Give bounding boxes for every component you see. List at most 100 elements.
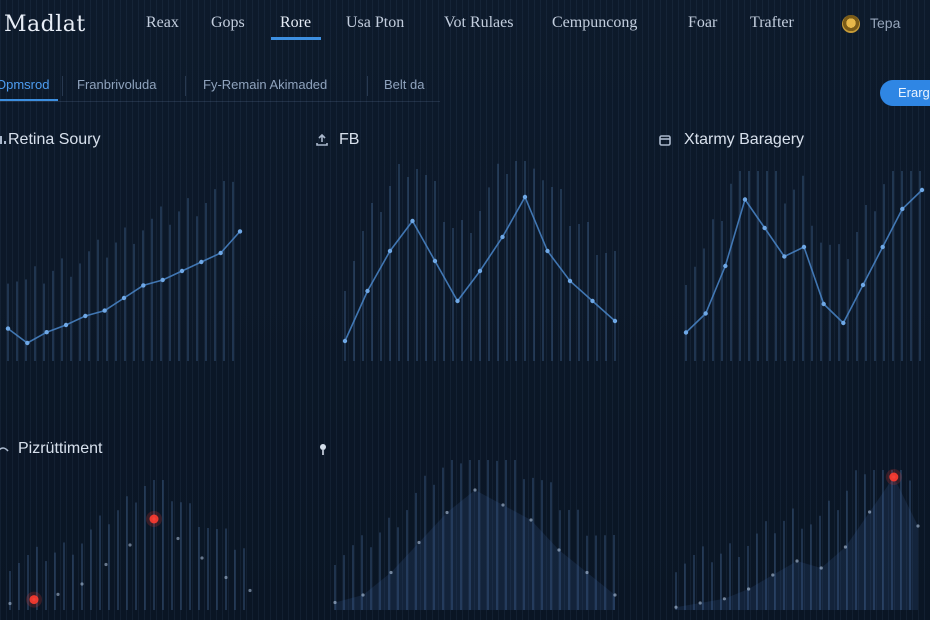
- chart-point: [5, 326, 11, 331]
- chart-point: [237, 229, 243, 234]
- chart-point: [477, 268, 483, 274]
- chart-point: [567, 278, 573, 284]
- subtab-baseline: [0, 101, 440, 102]
- chart-point: [389, 570, 393, 575]
- chart-point: [25, 340, 30, 346]
- chart-point: [501, 503, 505, 507]
- user-name[interactable]: Tepa: [870, 15, 900, 31]
- chart-point: [900, 206, 905, 212]
- chart-point: [179, 268, 185, 274]
- subtab-divider: [367, 76, 368, 96]
- active-subtab-indicator: [0, 99, 58, 101]
- chart-point: [432, 258, 438, 264]
- chart-point: [80, 582, 84, 586]
- chart-alert-glow: [885, 469, 902, 485]
- coin-avatar-icon[interactable]: [842, 15, 860, 33]
- chart-point: [821, 301, 826, 307]
- panel-fb: FB: [315, 131, 645, 371]
- chart-point: [557, 548, 561, 552]
- panel-chart[interactable]: [315, 131, 645, 371]
- nav-item-cempuncong[interactable]: Cempuncong: [552, 14, 637, 32]
- chart-point: [387, 248, 393, 254]
- chart-point: [455, 298, 460, 304]
- chart-point: [771, 573, 775, 577]
- chart-point: [590, 298, 595, 304]
- chart-point: [795, 559, 799, 563]
- chart-point: [365, 288, 370, 294]
- chart-point: [176, 536, 180, 541]
- nav-item-gops[interactable]: Gops: [211, 14, 245, 32]
- chart-point: [224, 575, 228, 580]
- chart-point: [919, 187, 925, 193]
- chart-point: [742, 197, 748, 202]
- chart-point: [248, 588, 252, 593]
- chart-point: [819, 566, 823, 570]
- chart-point: [722, 597, 726, 601]
- chart-point: [199, 259, 204, 265]
- chart-point: [529, 518, 533, 522]
- chart-point: [121, 295, 127, 301]
- nav-item-rore[interactable]: Rore: [280, 14, 311, 32]
- chart-point: [141, 283, 146, 288]
- chart-point: [612, 318, 618, 324]
- panel-chart[interactable]: [656, 131, 930, 371]
- chart-point: [916, 524, 920, 528]
- chart-point: [500, 234, 505, 240]
- subtab-franbrivoluda[interactable]: Franbrivoluda: [77, 77, 157, 92]
- chart-point: [342, 338, 348, 344]
- chart-point: [585, 570, 589, 575]
- chart-point: [613, 593, 617, 597]
- nav-item-usa-pton[interactable]: Usa Pton: [346, 14, 404, 32]
- chart-point: [63, 322, 69, 328]
- chart-point: [843, 545, 847, 549]
- chart-point: [44, 330, 49, 335]
- chart-point: [333, 600, 337, 605]
- chart-area: [335, 490, 615, 610]
- chart-point: [445, 510, 449, 515]
- subtab-divider: [185, 76, 186, 96]
- panel-chart[interactable]: [656, 440, 930, 620]
- chart-point: [104, 562, 108, 567]
- chart-point: [762, 225, 767, 231]
- subtab-opmsrod[interactable]: Opmsrod: [0, 77, 49, 92]
- panel-unnamed-middle: [315, 440, 645, 620]
- chart-point: [200, 556, 204, 560]
- subtab-fy-remain[interactable]: Fy-Remain Akimaded: [203, 77, 327, 92]
- panel-pizruttiment: Pizrüttiment: [0, 440, 310, 620]
- chart-alert-glow: [26, 591, 42, 608]
- primary-action-button[interactable]: Erarg: [880, 80, 930, 106]
- chart-point: [698, 601, 702, 605]
- chart-point: [880, 244, 885, 250]
- panel-chart[interactable]: [0, 131, 310, 371]
- active-nav-indicator: [271, 37, 321, 40]
- nav-item-reax[interactable]: Reax: [146, 14, 179, 32]
- top-navigation-bar: Madlat Reax Gops Rore Usa Pton Vot Rulae…: [0, 0, 930, 50]
- nav-item-foar[interactable]: Foar: [688, 14, 717, 32]
- chart-point: [545, 248, 550, 254]
- panel-chart[interactable]: [0, 440, 310, 620]
- chart-point: [473, 488, 477, 492]
- chart-point: [102, 308, 107, 313]
- chart-point: [674, 605, 678, 609]
- chart-point: [801, 244, 807, 250]
- subtab-belt-da[interactable]: Belt da: [384, 77, 424, 92]
- panel-chart[interactable]: [315, 440, 645, 620]
- chart-point: [56, 592, 60, 596]
- nav-item-vot-rulaes[interactable]: Vot Rulaes: [444, 14, 513, 32]
- chart-point: [683, 330, 689, 335]
- brand-logo[interactable]: Madlat: [4, 12, 86, 37]
- chart-point: [83, 313, 88, 319]
- panel-retina-soury: Retina Soury: [0, 131, 310, 371]
- chart-point: [218, 250, 223, 256]
- chart-point: [703, 311, 708, 316]
- chart-point: [361, 593, 365, 597]
- panel-xtarmy-baragery: Xtarmy Baragery: [656, 131, 930, 371]
- chart-point: [841, 320, 846, 326]
- chart-point: [128, 543, 132, 547]
- chart-point: [410, 218, 415, 224]
- subtab-divider: [62, 76, 63, 96]
- chart-point: [8, 601, 12, 606]
- nav-item-trafter[interactable]: Trafter: [750, 14, 794, 32]
- chart-alert-glow: [146, 511, 162, 527]
- sub-tab-bar: Opmsrod Franbrivoluda Fy-Remain Akimaded…: [0, 70, 930, 106]
